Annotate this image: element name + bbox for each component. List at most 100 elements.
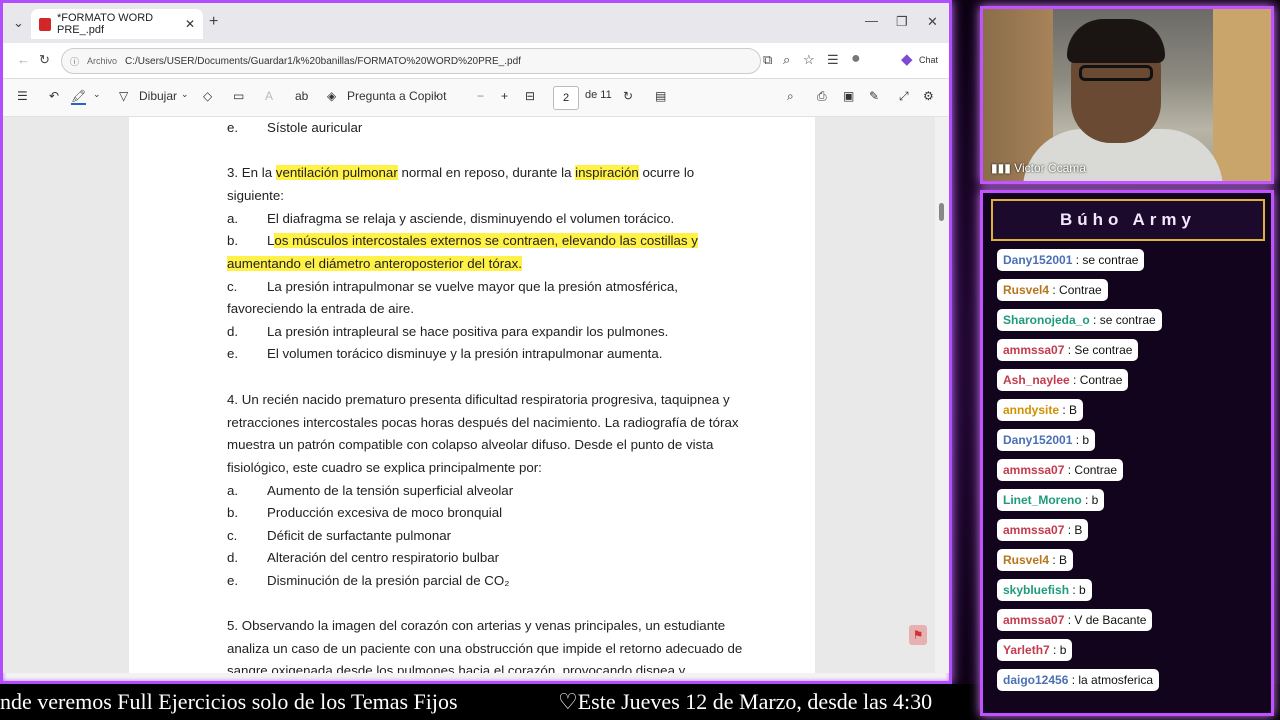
chat-username[interactable]: skybluefish xyxy=(1003,583,1069,597)
draw-icon[interactable]: ▽ xyxy=(119,89,128,103)
scrollbar-thumb[interactable] xyxy=(939,203,944,221)
highlight-run: inspiración xyxy=(575,165,639,180)
tab-bar: ⌄ *FORMATO WORD PRE_.pdf ✕ + — ❐ ✕ xyxy=(3,3,949,43)
chat-username[interactable]: Dany152001 xyxy=(1003,433,1072,447)
chat-message: daigo12456 : la atmosferica xyxy=(997,669,1160,691)
chat-text: : b xyxy=(1085,493,1099,507)
option-text: Déficit de surfactante pulmonar xyxy=(267,528,452,543)
chat-username[interactable]: ammssa07 xyxy=(1003,523,1064,537)
pdf-icon xyxy=(39,17,51,31)
pdf-viewer[interactable]: e. Sístole auricular 3. En la ventilació… xyxy=(3,117,949,673)
chat-message: ammssa07 : Contrae xyxy=(997,459,1124,481)
text-run: normal en reposo, durante la xyxy=(397,165,576,180)
save-icon[interactable]: ▣ xyxy=(843,89,854,103)
option-text: El diafragma se relaja y asciende, dismi… xyxy=(267,211,675,226)
chat-username[interactable]: Sharonojeda_o xyxy=(1003,313,1090,327)
option-letter: a. xyxy=(227,483,239,498)
search-icon[interactable]: ⌕ xyxy=(787,89,794,104)
draw-chevron-icon[interactable]: ⌄ xyxy=(181,89,189,100)
webcam-feed: ▮▮▮ Victor Ccama xyxy=(980,6,1274,184)
option-letter: e. xyxy=(227,346,239,361)
chat-username[interactable]: ammssa07 xyxy=(1003,613,1064,627)
print-icon[interactable]: ⎙ xyxy=(817,89,827,104)
page-number-input[interactable]: 2 xyxy=(553,86,579,110)
tab-pdf[interactable]: *FORMATO WORD PRE_.pdf ✕ xyxy=(31,9,203,39)
app-icon[interactable]: ⧉ xyxy=(763,52,772,68)
pdf-toolbar: ☰ ↶ 🖍 ⌄ ▽ Dibujar ⌄ ◇ ▭ A ab ◈ Pregunta … xyxy=(3,79,949,117)
highlight-run: os músculos intercostales externos se co… xyxy=(274,233,698,248)
question-5-line: 5. Observando la imagen del corazón con … xyxy=(227,618,726,633)
highlight-chevron-icon[interactable]: ⌄ xyxy=(93,89,101,100)
chat-message: Yarleth7 : b xyxy=(997,639,1073,661)
option-text-highlighted: aumentando el diámetro anteroposterior d… xyxy=(227,256,522,271)
refresh-icon[interactable]: ↻ xyxy=(39,52,50,68)
text-icon[interactable]: A xyxy=(265,89,273,103)
chat-message: Dany152001 : se contrae xyxy=(997,249,1145,271)
draw-button[interactable]: Dibujar xyxy=(139,89,177,103)
option-text: Alteración del centro respiratorio bulba… xyxy=(267,550,500,565)
chat-username[interactable]: ammssa07 xyxy=(1003,463,1064,477)
page-view-icon[interactable]: ▤ xyxy=(655,89,666,103)
chat-username[interactable]: ammssa07 xyxy=(1003,343,1064,357)
ask-chevron-icon[interactable]: ⌄ xyxy=(433,89,441,100)
ask-copilot-button[interactable]: Pregunta a Copilot xyxy=(347,89,446,103)
favorite-icon[interactable]: ☆ xyxy=(803,52,815,68)
tab-actions-icon[interactable]: ⌄ xyxy=(13,15,24,31)
back-icon[interactable]: ← xyxy=(17,52,30,67)
chat-username[interactable]: Dany152001 xyxy=(1003,253,1072,267)
chat-username[interactable]: Linet_Moreno xyxy=(1003,493,1082,507)
presenter-hair xyxy=(1067,19,1165,63)
chat-text: : Contrae xyxy=(1052,283,1102,297)
option-letter: d. xyxy=(227,550,239,565)
chat-text: : B xyxy=(1052,553,1068,567)
chat-message: ammssa07 : Se contrae xyxy=(997,339,1139,361)
scrollbar[interactable] xyxy=(935,117,949,673)
read-aloud-icon[interactable]: ab xyxy=(295,89,308,103)
address-bar[interactable]: ⓘ Archivo C:/Users/USER/Documents/Guarda… xyxy=(61,48,761,74)
highlight-icon[interactable]: 🖍 xyxy=(71,89,87,105)
favorites-list-icon[interactable]: ☰ xyxy=(827,52,839,68)
chat-panel: Búho Army Dany152001 : se contrae Rusvel4… xyxy=(980,190,1274,716)
settings-icon[interactable]: ⚙ xyxy=(923,89,934,103)
maximize-icon[interactable]: ❐ xyxy=(896,14,908,30)
chat-username[interactable]: Rusvel4 xyxy=(1003,283,1049,297)
chat-username[interactable]: Ash_naylee xyxy=(1003,373,1070,387)
undo-icon[interactable]: ↶ xyxy=(49,89,59,103)
zoom-in-icon[interactable]: + xyxy=(501,89,508,103)
text-box-icon[interactable]: ▭ xyxy=(233,89,244,103)
chat-text: : B xyxy=(1062,403,1078,417)
option-text: Disminución de la presión parcial de CO₂ xyxy=(267,573,510,588)
chat-username[interactable]: Rusvel4 xyxy=(1003,553,1049,567)
contents-icon[interactable]: ☰ xyxy=(17,89,28,103)
chat-text: : b xyxy=(1075,433,1090,447)
zoom-icon[interactable]: ⌕ xyxy=(783,52,790,68)
copilot-icon[interactable]: ◆ xyxy=(901,50,913,68)
chat-text: : Contrae xyxy=(1073,373,1123,387)
chat-text: : B xyxy=(1067,523,1083,537)
fit-page-icon[interactable]: ⊟ xyxy=(525,89,535,103)
text-run: ocurre lo xyxy=(638,165,695,180)
chat-text: : b xyxy=(1072,583,1086,597)
question-4-line: retracciones intercostales pocas horas d… xyxy=(227,415,739,430)
chat-username[interactable]: anndysite xyxy=(1003,403,1059,417)
copilot-ask-icon[interactable]: ◈ xyxy=(327,89,336,103)
close-tab-icon[interactable]: ✕ xyxy=(185,17,195,31)
option-text: favoreciendo la entrada de aire. xyxy=(227,301,415,316)
save-as-icon[interactable]: ✎ xyxy=(869,89,879,103)
info-icon: ⓘ xyxy=(70,56,80,67)
chat-button[interactable]: Chat xyxy=(919,55,938,65)
chat-text: : la atmosferica xyxy=(1071,673,1154,687)
option-text: La presión intrapleural se hace positiva… xyxy=(267,324,669,339)
chat-username[interactable]: Yarleth7 xyxy=(1003,643,1050,657)
new-tab-icon[interactable]: + xyxy=(209,13,218,31)
minimize-icon[interactable]: — xyxy=(865,13,878,28)
zoom-out-icon[interactable]: − xyxy=(477,89,484,103)
chat-username[interactable]: daigo12456 xyxy=(1003,673,1068,687)
eraser-icon[interactable]: ◇ xyxy=(203,89,212,103)
rotate-icon[interactable]: ↻ xyxy=(623,89,633,103)
chat-message: ammssa07 : B xyxy=(997,519,1089,541)
close-window-icon[interactable]: ✕ xyxy=(927,14,938,30)
profile-icon[interactable]: ● xyxy=(851,50,861,68)
tab-title: *FORMATO WORD PRE_.pdf xyxy=(56,12,154,36)
fullscreen-icon[interactable]: ⤢ xyxy=(899,89,909,104)
